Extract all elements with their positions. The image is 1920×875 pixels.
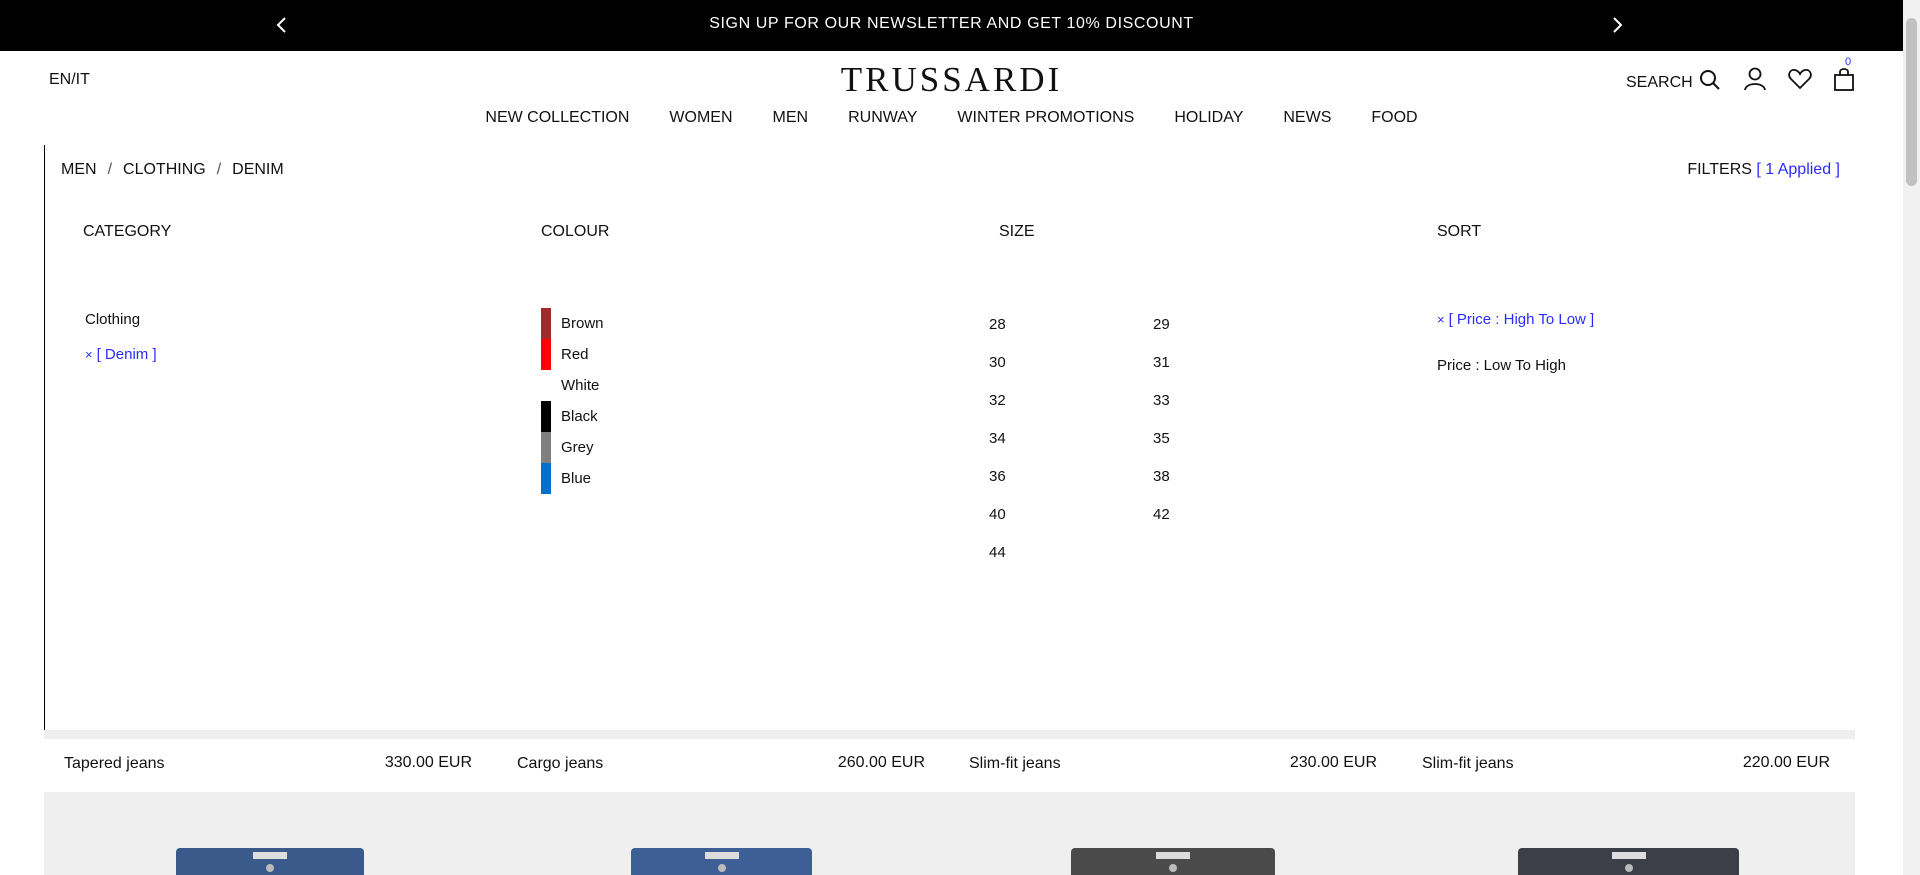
sort-title: SORT: [1437, 223, 1482, 240]
size-option-29[interactable]: 29: [1153, 316, 1170, 333]
product-info-bar: [44, 739, 1855, 792]
product-image[interactable]: [176, 848, 364, 875]
colour-option-black[interactable]: Black: [541, 401, 598, 432]
product-tag: [1611, 852, 1646, 859]
sort-low-to-high[interactable]: Price : Low To High: [1437, 357, 1566, 374]
colour-option-blue[interactable]: Blue: [541, 463, 591, 494]
close-icon: ×: [85, 347, 93, 362]
nav-holiday[interactable]: HOLIDAY: [1174, 109, 1243, 127]
category-denim-label: [ Denim ]: [96, 346, 157, 363]
size-option-38[interactable]: 38: [1153, 468, 1170, 485]
product-name[interactable]: Tapered jeans: [64, 755, 165, 773]
nav-winter-promotions[interactable]: WINTER PROMOTIONS: [957, 109, 1134, 127]
filters-applied-count: [ 1 Applied ]: [1756, 161, 1840, 178]
main-nav: NEW COLLECTION WOMEN MEN RUNWAY WINTER P…: [0, 109, 1903, 127]
nav-news[interactable]: NEWS: [1283, 109, 1331, 127]
breadcrumb-separator: /: [216, 161, 222, 178]
size-option-42[interactable]: 42: [1153, 506, 1170, 523]
colour-option-brown[interactable]: Brown: [541, 308, 604, 339]
size-option-33[interactable]: 33: [1153, 392, 1170, 409]
scrollbar[interactable]: [1903, 0, 1920, 875]
size-option-32[interactable]: 32: [989, 392, 1006, 409]
nav-food[interactable]: FOOD: [1371, 109, 1417, 127]
colour-swatch: [541, 370, 551, 401]
size-title: SIZE: [999, 223, 1035, 240]
filters-label: FILTERS: [1687, 161, 1752, 178]
product-price: 220.00 EUR: [1742, 754, 1830, 771]
filters-toggle[interactable]: FILTERS [ 1 Applied ]: [1687, 161, 1840, 179]
divider: [44, 145, 45, 730]
product-name[interactable]: Cargo jeans: [517, 755, 603, 773]
colour-label: Black: [561, 408, 598, 425]
account-icon[interactable]: [1742, 66, 1768, 92]
product-price: 330.00 EUR: [384, 754, 472, 771]
product-button: [1624, 864, 1633, 872]
section-divider: [44, 730, 1855, 739]
chevron-right-icon[interactable]: [1607, 14, 1627, 36]
product-button: [266, 864, 274, 872]
product-button: [1169, 864, 1177, 872]
colour-swatch: [541, 463, 551, 494]
colour-label: Blue: [561, 470, 592, 487]
product-tag: [704, 852, 739, 859]
cart-bag-icon[interactable]: [1831, 66, 1857, 92]
product-tag: [253, 852, 287, 859]
colour-option-white[interactable]: White: [541, 370, 599, 401]
colour-swatch: [541, 339, 551, 370]
product-image[interactable]: [1071, 848, 1275, 875]
size-option-34[interactable]: 34: [989, 430, 1006, 447]
sort-high-to-low-selected[interactable]: ×[ Price : High To Low ]: [1437, 311, 1594, 328]
breadcrumb: MEN / CLOTHING / DENIM: [61, 161, 284, 179]
close-icon: ×: [1437, 312, 1445, 327]
colour-option-grey[interactable]: Grey: [541, 432, 594, 463]
product-price: 230.00 EUR: [1289, 754, 1377, 771]
colour-option-red[interactable]: Red: [541, 339, 589, 370]
breadcrumb-denim[interactable]: DENIM: [232, 161, 284, 179]
cart-count-badge: 0: [1845, 56, 1852, 68]
search-button[interactable]: SEARCH: [1626, 69, 1721, 96]
colour-swatch: [541, 401, 551, 432]
product-button: [717, 864, 726, 872]
size-option-44[interactable]: 44: [989, 544, 1006, 561]
breadcrumb-clothing[interactable]: CLOTHING: [123, 161, 206, 179]
product-image[interactable]: [1518, 848, 1739, 875]
sort-high-to-low-label: [ Price : High To Low ]: [1448, 311, 1595, 328]
category-title: CATEGORY: [83, 223, 172, 240]
colour-title: COLOUR: [541, 223, 610, 240]
nav-runway[interactable]: RUNWAY: [848, 109, 917, 127]
nav-women[interactable]: WOMEN: [669, 109, 732, 127]
product-name[interactable]: Slim-fit jeans: [1422, 755, 1514, 773]
colour-label: Brown: [561, 315, 604, 332]
size-option-30[interactable]: 30: [989, 354, 1006, 371]
category-clothing[interactable]: Clothing: [85, 311, 140, 328]
size-option-40[interactable]: 40: [989, 506, 1006, 523]
promo-bar: SIGN UP FOR OUR NEWSLETTER AND GET 10% D…: [0, 0, 1903, 51]
size-option-28[interactable]: 28: [989, 316, 1006, 333]
colour-swatch: [541, 308, 551, 339]
breadcrumb-men[interactable]: MEN: [61, 161, 97, 179]
size-option-35[interactable]: 35: [1153, 430, 1170, 447]
category-denim-selected[interactable]: ×[ Denim ]: [85, 346, 157, 363]
search-icon: [1699, 69, 1721, 96]
product-name[interactable]: Slim-fit jeans: [969, 755, 1061, 773]
size-option-36[interactable]: 36: [989, 468, 1006, 485]
colour-label: White: [561, 377, 600, 394]
size-option-31[interactable]: 31: [1153, 354, 1170, 371]
wishlist-heart-icon[interactable]: [1787, 66, 1813, 92]
colour-label: Grey: [561, 439, 594, 456]
search-label: SEARCH: [1626, 73, 1693, 91]
colour-swatch: [541, 432, 551, 463]
product-image[interactable]: [631, 848, 812, 875]
nav-new-collection[interactable]: NEW COLLECTION: [485, 109, 629, 127]
nav-men[interactable]: MEN: [773, 109, 809, 127]
scrollbar-thumb[interactable]: [1906, 18, 1917, 186]
breadcrumb-separator: /: [107, 161, 113, 178]
brand-logo[interactable]: TRUSSARDI: [0, 60, 1903, 100]
product-price: 260.00 EUR: [837, 754, 925, 771]
colour-label: Red: [561, 346, 589, 363]
product-tag: [1156, 852, 1190, 859]
